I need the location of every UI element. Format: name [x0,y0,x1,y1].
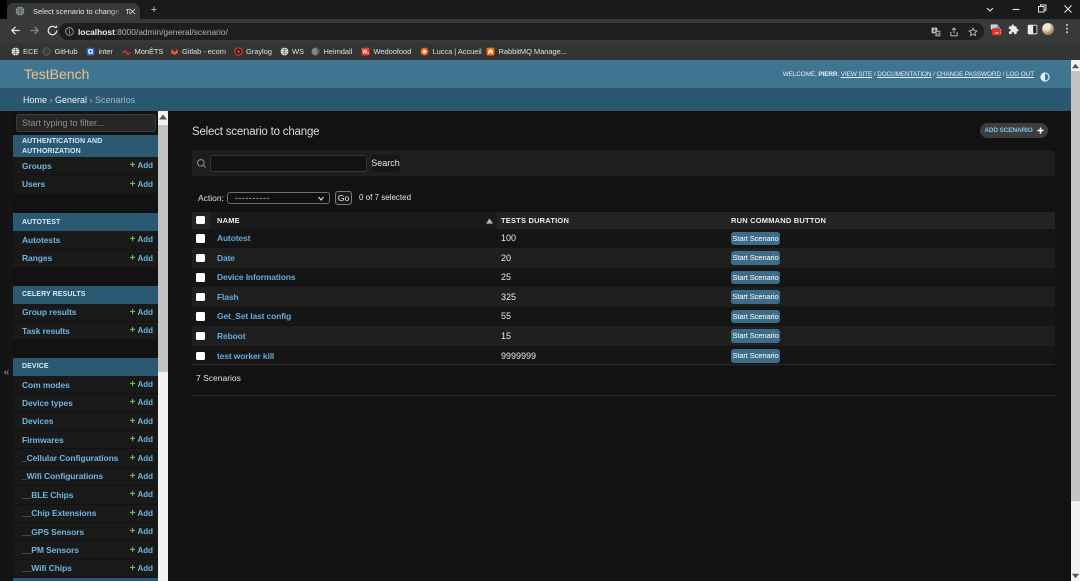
svg-text:W: W [363,49,368,55]
